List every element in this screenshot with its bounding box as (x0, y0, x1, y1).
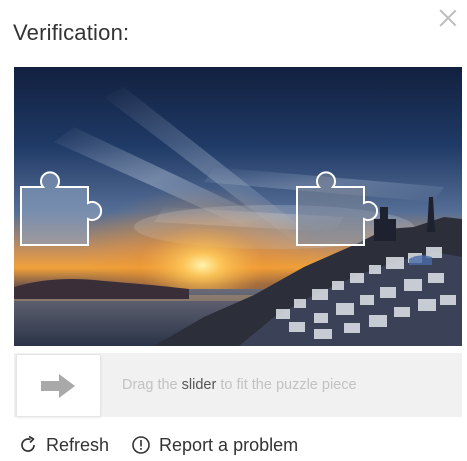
report-problem-link[interactable]: Report a problem (131, 435, 298, 456)
refresh-button[interactable]: Refresh (18, 435, 109, 456)
report-label: Report a problem (159, 434, 299, 455)
footer-links: Refresh Report a problem (18, 433, 298, 457)
slider-hint-text-end: to fit the puzzle piece (216, 377, 357, 393)
slider-hint-bold: slider (181, 377, 217, 393)
refresh-icon (21, 435, 35, 452)
refresh-label: Refresh (46, 434, 110, 455)
captcha-image (14, 67, 462, 346)
info-circle-icon (132, 436, 150, 454)
slider-hint-text: Drag the (122, 377, 182, 393)
dialog-title: Verification: (13, 20, 130, 45)
slider-hint: Drag the slider to fit the puzzle piece (122, 377, 357, 393)
slider-handle[interactable] (16, 354, 101, 417)
arrow-right-icon (41, 374, 75, 398)
close-icon[interactable] (437, 7, 459, 29)
